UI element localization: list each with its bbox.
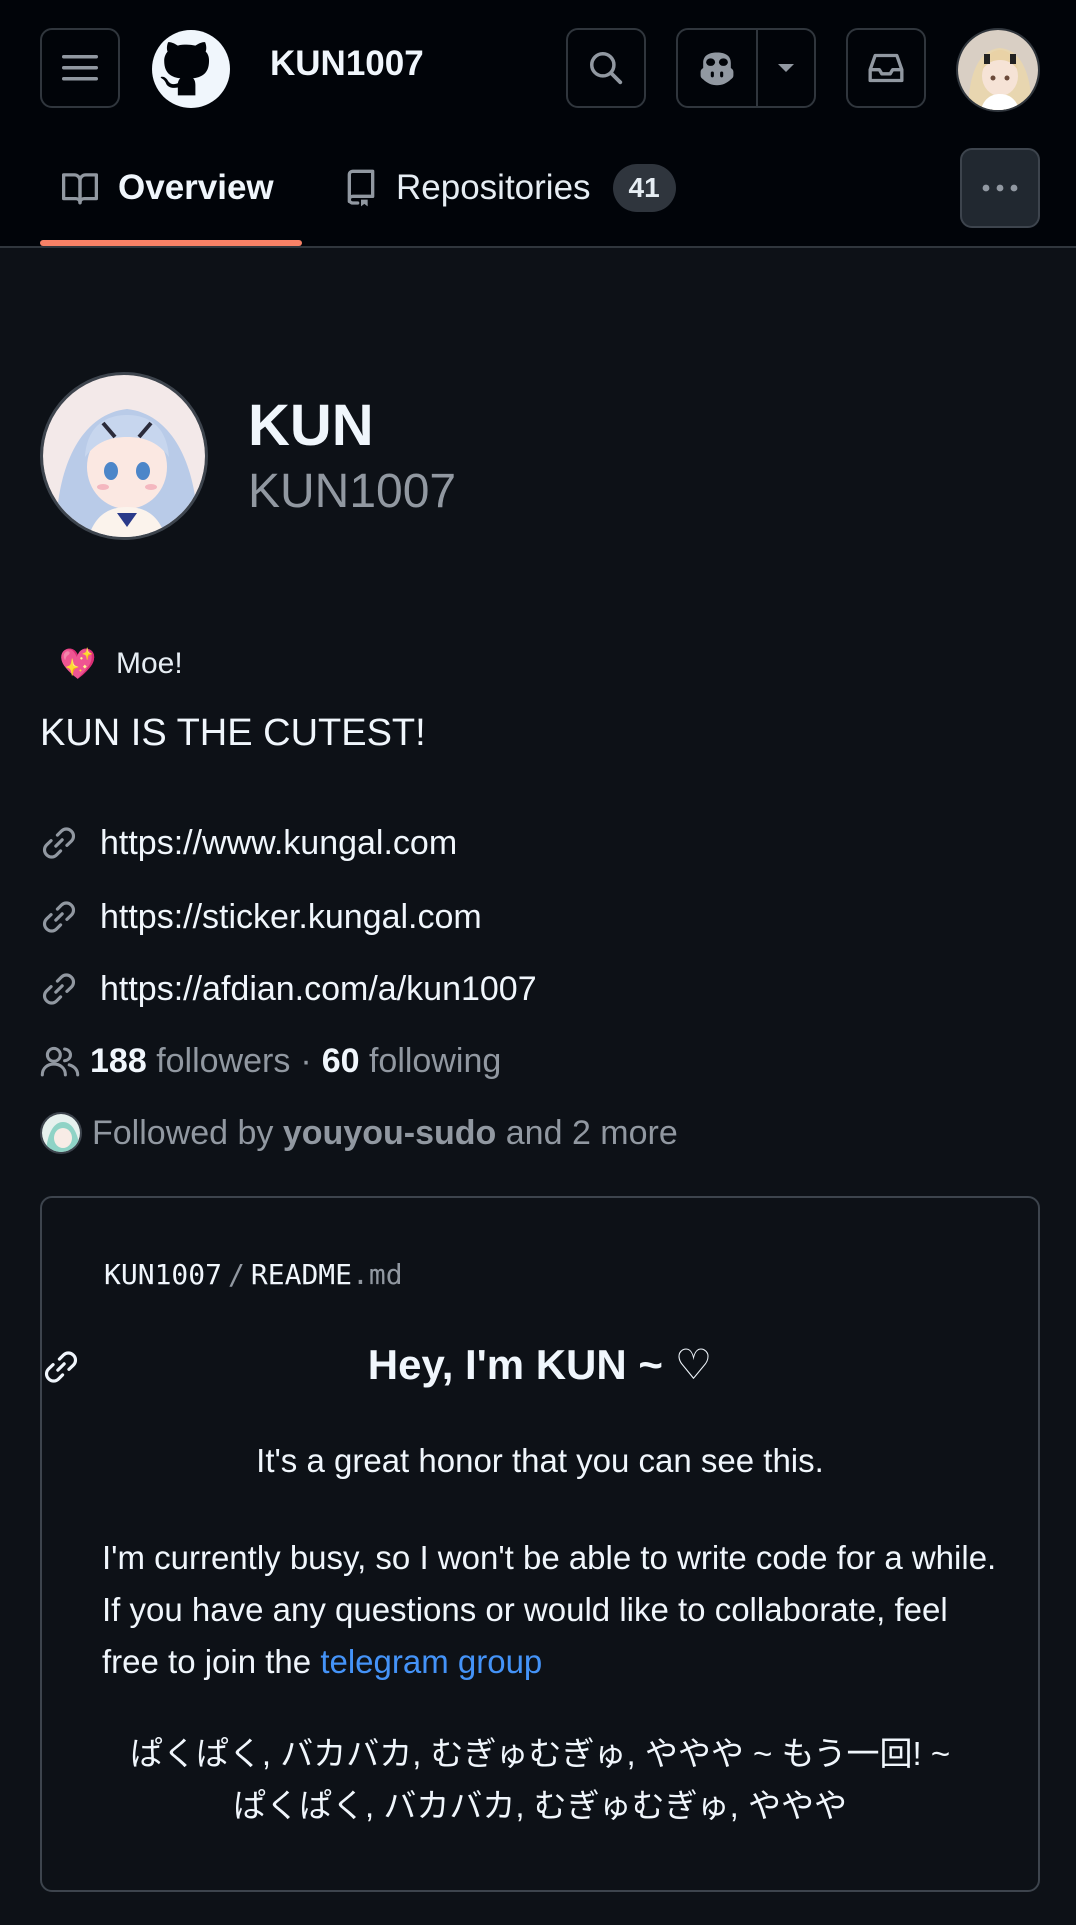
readme-paragraph-3-line-1: ぱくぱく, バカバカ, むぎゅむぎゅ, ややや ~ もう一回! ~ xyxy=(129,1735,951,1772)
readme-paragraph-3-line-2: ぱくぱく, バカバカ, むぎゅむぎゅ, ややや xyxy=(232,1787,848,1824)
readme-file-base: README xyxy=(250,1258,353,1291)
profile-link-text[interactable]: https://sticker.kungal.com xyxy=(100,898,482,937)
menu-button[interactable] xyxy=(40,28,120,108)
readme-path-separator: / xyxy=(228,1258,245,1291)
profile-link-3[interactable]: https://afdian.com/a/kun1007 xyxy=(40,964,537,1014)
following-count: 60 xyxy=(321,1041,360,1080)
search-button[interactable] xyxy=(566,28,646,108)
follower-avatar-image xyxy=(42,1114,80,1152)
repo-icon xyxy=(347,169,375,207)
profile-link-1[interactable]: https://www.kungal.com xyxy=(40,818,457,868)
telegram-group-link[interactable]: telegram group xyxy=(320,1643,542,1680)
profile-link-2[interactable]: https://sticker.kungal.com xyxy=(40,892,482,942)
copilot-icon xyxy=(700,52,734,86)
profile-login: KUN1007 xyxy=(248,465,457,518)
profile-name: KUN xyxy=(248,393,374,458)
kebab-horizontal-icon xyxy=(982,184,1018,192)
inbox-icon xyxy=(868,53,904,83)
search-icon xyxy=(590,52,623,85)
readme-path: KUN1007/README.md xyxy=(104,1258,403,1291)
follow-stats: 188 followers · 60 following xyxy=(40,1036,501,1086)
tab-overview-label: Overview xyxy=(118,168,274,207)
tab-repositories[interactable]: Repositories 41 xyxy=(344,160,676,216)
link-icon xyxy=(42,901,76,933)
followers-link[interactable]: 188 followers xyxy=(90,1042,290,1081)
copilot-dropdown-button[interactable] xyxy=(758,30,814,106)
stats-separator: · xyxy=(300,1041,312,1080)
followed-by-user-link[interactable]: youyou-sudo xyxy=(283,1114,496,1153)
link-icon xyxy=(42,973,76,1005)
profile-link-text[interactable]: https://afdian.com/a/kun1007 xyxy=(100,970,537,1009)
profile-tabs: Overview Repositories 41 xyxy=(0,140,1076,248)
selected-tab-underline xyxy=(40,240,302,246)
book-icon xyxy=(61,173,98,205)
user-status[interactable]: 💖 Moe! xyxy=(40,636,183,692)
user-avatar-image xyxy=(958,30,1038,110)
followed-by-prefix: Followed by xyxy=(92,1113,274,1152)
readme-card: KUN1007/README.md Hey, I'm KUN ~ ♡ It's … xyxy=(40,1196,1040,1892)
sparkling-heart-icon: 💖 xyxy=(59,647,97,681)
copilot-button-group xyxy=(676,28,816,108)
profile-bio: KUN IS THE CUTEST! xyxy=(40,712,426,754)
more-tabs-button[interactable] xyxy=(960,148,1040,228)
readme-owner-link[interactable]: KUN1007 xyxy=(104,1258,222,1291)
followers-label: followers xyxy=(156,1041,291,1080)
inbox-button[interactable] xyxy=(846,28,926,108)
readme-heading: Hey, I'm KUN ~ ♡ xyxy=(367,1341,713,1388)
readme-file-link[interactable]: README.md xyxy=(251,1258,403,1291)
readme-paragraph-3: ぱくぱく, バカバカ, むぎゅむぎゅ, ややや ~ もう一回! ~ ぱくぱく, … xyxy=(42,1728,1038,1832)
status-text: Moe! xyxy=(116,647,183,680)
copilot-button[interactable] xyxy=(678,30,758,106)
user-avatar[interactable] xyxy=(956,28,1040,112)
triangle-down-icon xyxy=(778,64,794,72)
readme-paragraph-1: It's a great honor that you can see this… xyxy=(256,1442,824,1479)
follower-avatar[interactable] xyxy=(40,1112,82,1154)
header-title[interactable]: KUN1007 xyxy=(270,44,424,84)
readme-paragraph-2-text: I'm currently busy, so I won't be able t… xyxy=(102,1539,997,1680)
hamburger-menu-icon xyxy=(62,55,98,81)
followed-by: Followed by youyou-sudo and 2 more xyxy=(40,1108,678,1158)
profile-link-text[interactable]: https://www.kungal.com xyxy=(100,824,457,863)
tab-repositories-label: Repositories xyxy=(396,168,591,207)
profile-avatar-image xyxy=(43,375,205,537)
followed-by-suffix[interactable]: and 2 more xyxy=(506,1114,678,1153)
following-label: following xyxy=(368,1041,502,1080)
profile-avatar[interactable] xyxy=(40,372,208,540)
followers-count: 188 xyxy=(90,1041,147,1080)
people-icon xyxy=(40,1046,80,1077)
tab-overview[interactable]: Overview xyxy=(60,160,274,216)
link-icon xyxy=(42,827,76,859)
github-logo-icon[interactable] xyxy=(152,30,230,108)
following-link[interactable]: 60 following xyxy=(322,1042,502,1081)
repositories-count-badge: 41 xyxy=(612,164,676,212)
readme-paragraph-2: I'm currently busy, so I won't be able t… xyxy=(102,1532,1002,1688)
readme-file-ext: .md xyxy=(352,1258,403,1291)
